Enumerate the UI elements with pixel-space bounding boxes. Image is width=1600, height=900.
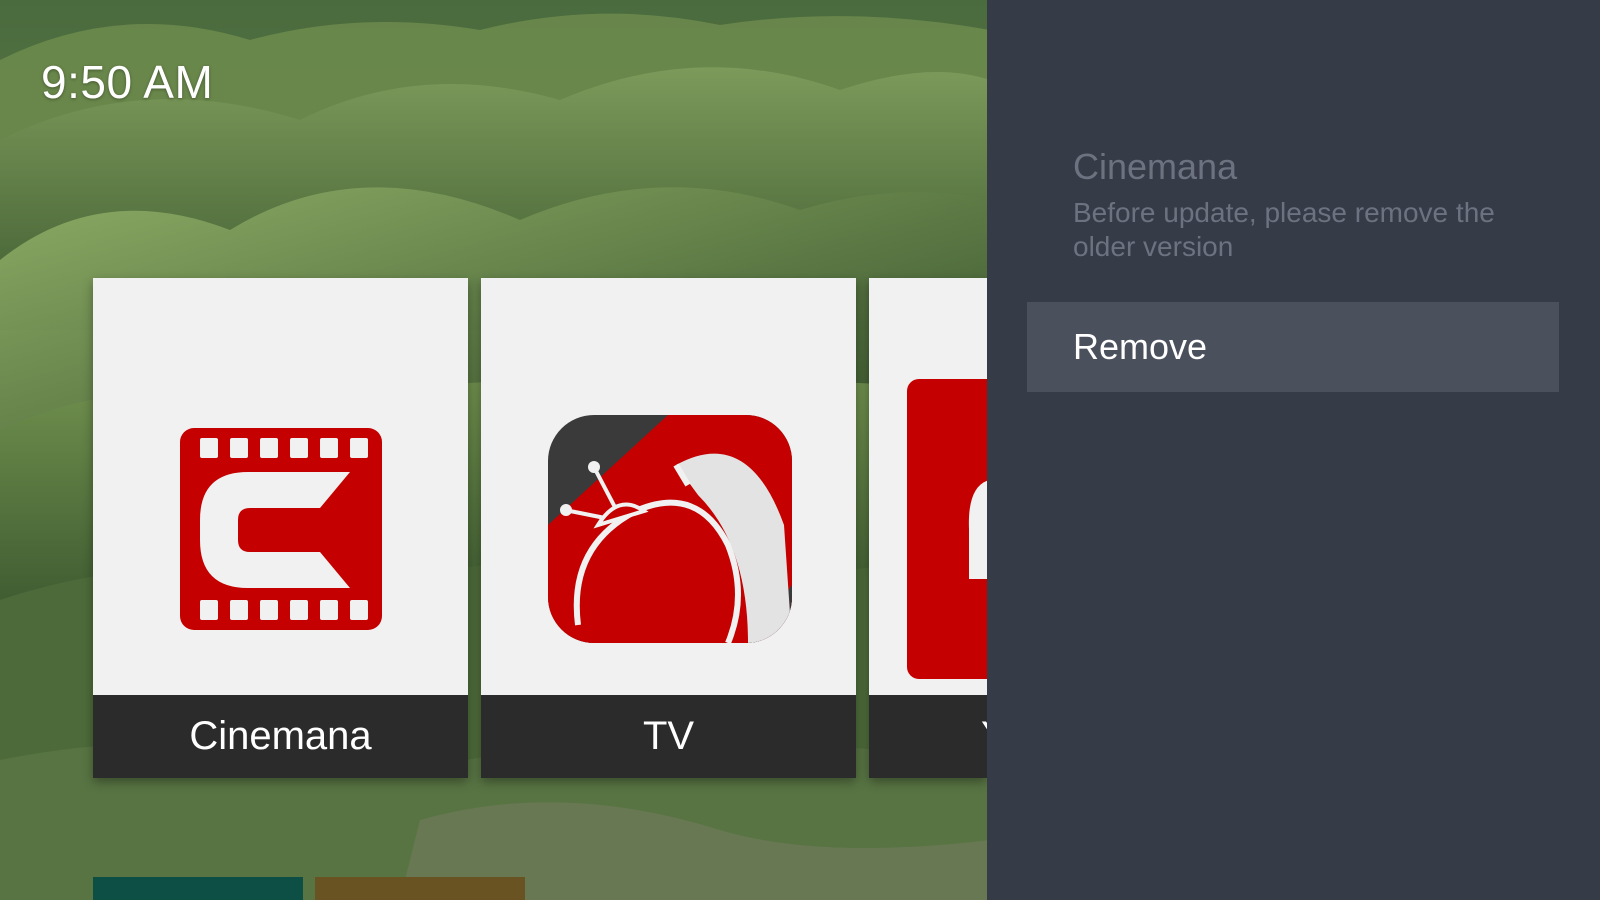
app-tile-cinemana[interactable]: Cinemana: [93, 278, 468, 778]
remove-button[interactable]: Remove: [1027, 302, 1559, 392]
tv-satellite-icon: [548, 415, 792, 643]
app-icon-partial: [907, 379, 987, 679]
tile-artwork: [93, 278, 468, 695]
options-panel: Cinemana Before update, please remove th…: [987, 0, 1600, 900]
cinemana-icon: [180, 428, 382, 630]
app-tile-partial[interactable]: Y: [869, 278, 987, 778]
app-tile-row2-1[interactable]: [93, 877, 303, 900]
app-tile-row2-2[interactable]: [315, 877, 525, 900]
panel-title: Cinemana: [1073, 146, 1238, 187]
app-tile-label: Cinemana: [93, 695, 468, 778]
panel-message: Before update, please remove the older v…: [1073, 197, 1495, 262]
tile-artwork: [481, 278, 856, 695]
clock: 9:50 AM: [41, 56, 214, 108]
app-tile-label: TV: [481, 695, 856, 778]
app-tile-label: Y: [869, 695, 987, 778]
home-screen: 9:50 AM Cinemana TV Cinemana Before upda…: [0, 0, 1600, 900]
tile-artwork: [869, 278, 987, 695]
app-tile-tv[interactable]: TV: [481, 278, 856, 778]
